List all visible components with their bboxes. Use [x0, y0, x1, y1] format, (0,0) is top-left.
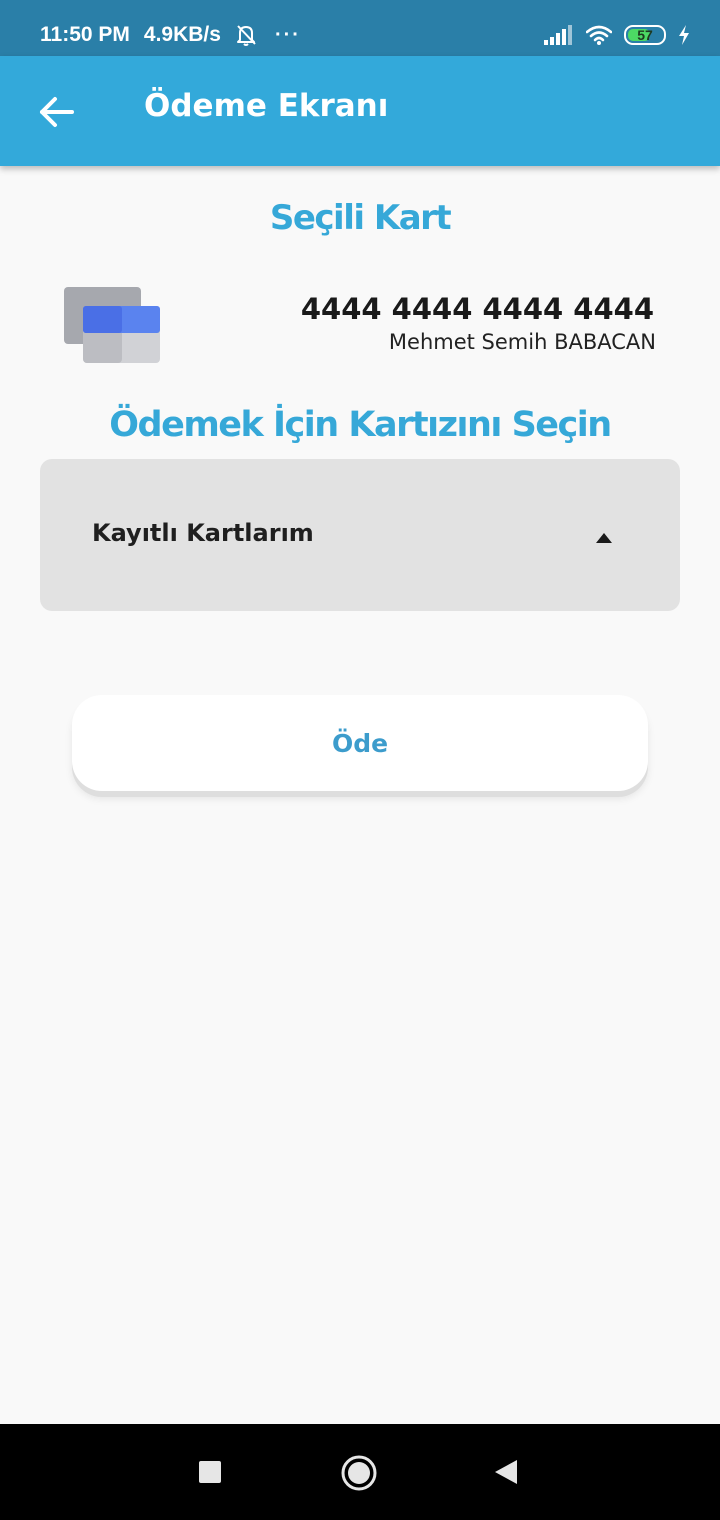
pay-button-label: Öde: [331, 728, 389, 758]
status-bar: 11:50 PM 4.9KB/s ··· 57: [0, 0, 720, 56]
charging-icon: [678, 25, 690, 45]
pay-button[interactable]: Öde: [72, 695, 648, 791]
status-left: 11:50 PM 4.9KB/s ···: [40, 20, 301, 50]
dropdown-value: Kayıtlı Kartlarım: [92, 519, 314, 547]
caret-up-icon: [596, 528, 612, 543]
circle-icon: [340, 1454, 378, 1492]
square-icon: [198, 1460, 222, 1484]
battery-level: 57: [637, 27, 653, 43]
wifi-icon: [586, 25, 612, 45]
status-speed: 4.9KB/s: [143, 23, 221, 46]
select-card-heading: Ödemek İçin Kartızını Seçin: [109, 405, 612, 445]
recents-button[interactable]: [186, 1448, 234, 1496]
battery-icon: 57: [624, 25, 666, 45]
nav-back-button[interactable]: [482, 1448, 530, 1496]
signal-icon: [544, 25, 574, 45]
status-time: 11:50 PM: [40, 23, 130, 46]
selected-card-heading: Seçili Kart: [269, 198, 452, 238]
triangle-back-icon: [493, 1458, 519, 1486]
bell-off-icon: [235, 23, 257, 47]
arrow-left-icon: [38, 96, 74, 128]
credit-cards-icon: [64, 287, 162, 365]
app-bar: Ödeme Ekranı: [0, 56, 720, 166]
system-nav-bar: [0, 1424, 720, 1520]
status-right: 57: [544, 20, 690, 50]
saved-cards-dropdown[interactable]: Kayıtlı Kartlarım: [40, 459, 680, 611]
home-button[interactable]: [334, 1448, 384, 1498]
card-holder-name: Mehmet Semih BABACAN: [388, 330, 656, 354]
card-number: 4444 4444 4444 4444: [300, 292, 654, 326]
more-notifications-icon: ···: [274, 23, 301, 46]
page-title: Ödeme Ekranı: [144, 88, 389, 124]
back-button[interactable]: [36, 92, 76, 132]
